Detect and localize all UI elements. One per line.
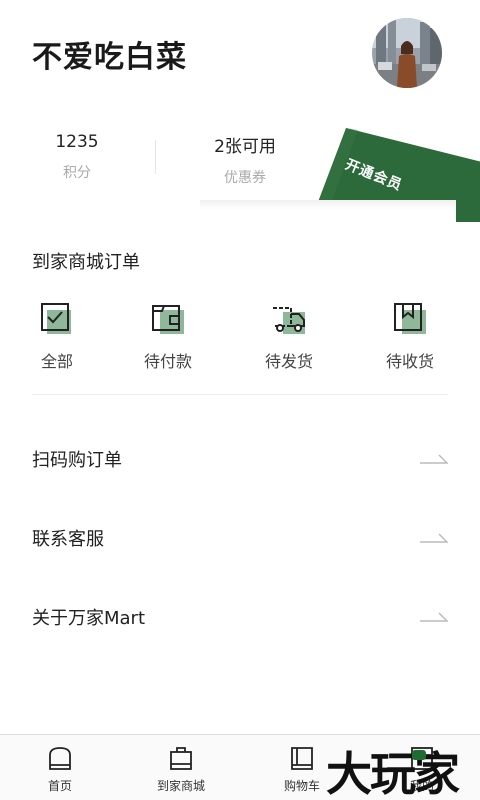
menu-customer-service-label: 联系客服	[32, 529, 104, 550]
order-pending-shipment[interactable]: 待发货	[244, 300, 334, 372]
menu-customer-service[interactable]: 联系客服	[0, 507, 480, 567]
menu-about[interactable]: 关于万家Mart	[0, 586, 480, 646]
username: 不爱吃白菜	[32, 40, 187, 75]
tab-mall[interactable]: 到家商城	[133, 745, 229, 794]
order-pending-receipt[interactable]: 待收货	[365, 300, 455, 372]
arrow-right-icon	[420, 454, 448, 464]
arrow-right-icon	[420, 612, 448, 622]
points-value: 1235	[55, 132, 99, 152]
profile-header: 不爱吃白菜	[0, 0, 480, 110]
package-icon	[365, 300, 455, 336]
coupons-label: 优惠券	[224, 170, 266, 186]
order-pending-payment[interactable]: 待付款	[123, 300, 213, 372]
avatar[interactable]	[372, 18, 442, 88]
tab-home-label: 首页	[47, 779, 72, 793]
coupons-value: 2张可用	[214, 137, 276, 157]
home-icon	[12, 745, 108, 771]
order-all[interactable]: 全部	[12, 300, 102, 372]
arrow-right-icon	[420, 533, 448, 543]
section-divider	[32, 394, 448, 395]
panel-shadow	[200, 200, 456, 210]
orders-title: 到家商城订单	[32, 252, 140, 273]
menu-scan-orders-label: 扫码购订单	[32, 450, 122, 471]
points-stat[interactable]: 1235 积分	[12, 132, 142, 182]
bag-icon	[133, 745, 229, 771]
order-pending-receipt-label: 待收货	[385, 352, 434, 371]
wallet-icon	[123, 300, 213, 336]
order-pending-payment-label: 待付款	[143, 352, 192, 371]
stats-divider	[155, 140, 156, 174]
menu-about-label: 关于万家Mart	[32, 608, 146, 629]
points-label: 积分	[63, 165, 91, 181]
watermark: 大玩家	[326, 747, 460, 800]
truck-icon	[244, 300, 334, 336]
order-pending-shipment-label: 待发货	[264, 352, 313, 371]
watermark-accent	[412, 750, 426, 760]
coupons-stat[interactable]: 2张可用 优惠券	[180, 132, 310, 187]
order-all-label: 全部	[40, 352, 73, 371]
tab-mall-label: 到家商城	[156, 779, 205, 793]
tab-home[interactable]: 首页	[12, 745, 108, 794]
menu-scan-orders[interactable]: 扫码购订单	[0, 428, 480, 488]
all-orders-icon	[12, 300, 102, 336]
orders-row: 全部 待付款 待发货 待收货	[0, 300, 480, 380]
